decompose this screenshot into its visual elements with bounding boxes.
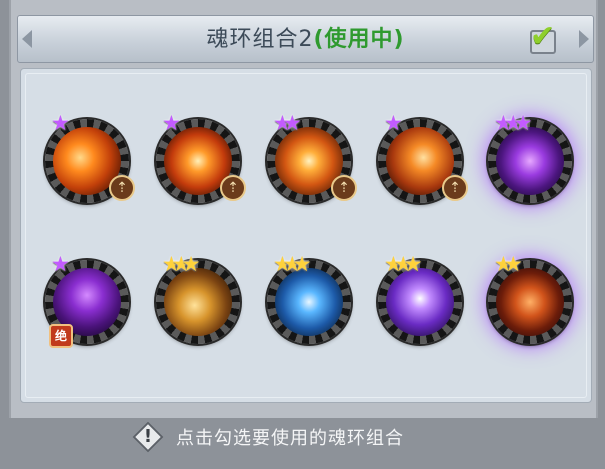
purple-lightning-icon xyxy=(386,268,454,336)
gold-fist-icon xyxy=(164,268,232,336)
upgrade-arrow-icon: ⇡ xyxy=(331,175,357,201)
fire-demon-icon xyxy=(496,268,564,336)
soul-ring-slot[interactable]: ★★★ xyxy=(156,252,240,344)
use-combo-checkbox[interactable]: ✔ xyxy=(530,22,556,54)
combo-title: 魂环组合2(使用中) xyxy=(18,16,593,64)
star-icon: ★ xyxy=(403,252,423,276)
star-rating: ★★★ xyxy=(273,252,311,276)
star-rating: ★★★ xyxy=(162,252,200,276)
hint-text: 点击勾选要使用的魂环组合 xyxy=(176,428,404,449)
soul-ring-slot[interactable]: ★ 绝 xyxy=(45,252,129,348)
star-icon: ★ xyxy=(513,111,533,135)
star-icon: ★ xyxy=(51,111,70,135)
upgrade-arrow-icon: ⇡ xyxy=(220,175,246,201)
soul-ring-slot[interactable]: ★ ⇡ xyxy=(156,111,246,203)
star-rating: ★★★ xyxy=(494,111,532,135)
star-rating: ★ xyxy=(384,111,403,135)
combo-name: 魂环组合2 xyxy=(206,27,314,52)
star-icon: ★ xyxy=(292,252,312,276)
star-rating: ★ xyxy=(162,111,181,135)
star-icon: ★ xyxy=(181,252,201,276)
exclamation-icon: ! xyxy=(143,426,153,447)
star-icon: ★ xyxy=(282,111,302,135)
star-icon: ★ xyxy=(503,252,523,276)
star-rating: ★ xyxy=(51,252,70,276)
star-rating: ★★ xyxy=(494,252,523,276)
soul-ring-slot[interactable]: ★★★ xyxy=(378,252,462,344)
checkmark-icon: ✔ xyxy=(530,19,556,54)
soul-ring-slot[interactable]: ★★ xyxy=(488,252,572,344)
star-rating: ★★ xyxy=(273,111,302,135)
soul-ring-slot[interactable]: ★ ⇡ xyxy=(45,111,135,203)
soul-ring-slot[interactable]: ★ ⇡ xyxy=(378,111,468,203)
combo-title-bar[interactable]: 魂环组合2(使用中) xyxy=(17,15,594,63)
soul-ring-slot[interactable]: ★★★ xyxy=(267,252,351,344)
ultimate-badge: 绝 xyxy=(49,324,73,348)
star-rating: ★★★ xyxy=(384,252,422,276)
purple-beast-icon xyxy=(496,127,564,195)
star-icon: ★ xyxy=(51,252,70,276)
star-icon: ★ xyxy=(384,111,403,135)
star-rating: ★ xyxy=(51,111,70,135)
upgrade-arrow-icon: ⇡ xyxy=(442,175,468,201)
combo-status: (使用中) xyxy=(313,27,405,52)
star-icon: ★ xyxy=(162,111,181,135)
soul-ring-slot[interactable]: ★★ ⇡ xyxy=(267,111,357,203)
blue-claw-icon xyxy=(275,268,343,336)
upgrade-arrow-icon: ⇡ xyxy=(109,175,135,201)
soul-ring-slot[interactable]: ★★★ xyxy=(488,111,572,203)
